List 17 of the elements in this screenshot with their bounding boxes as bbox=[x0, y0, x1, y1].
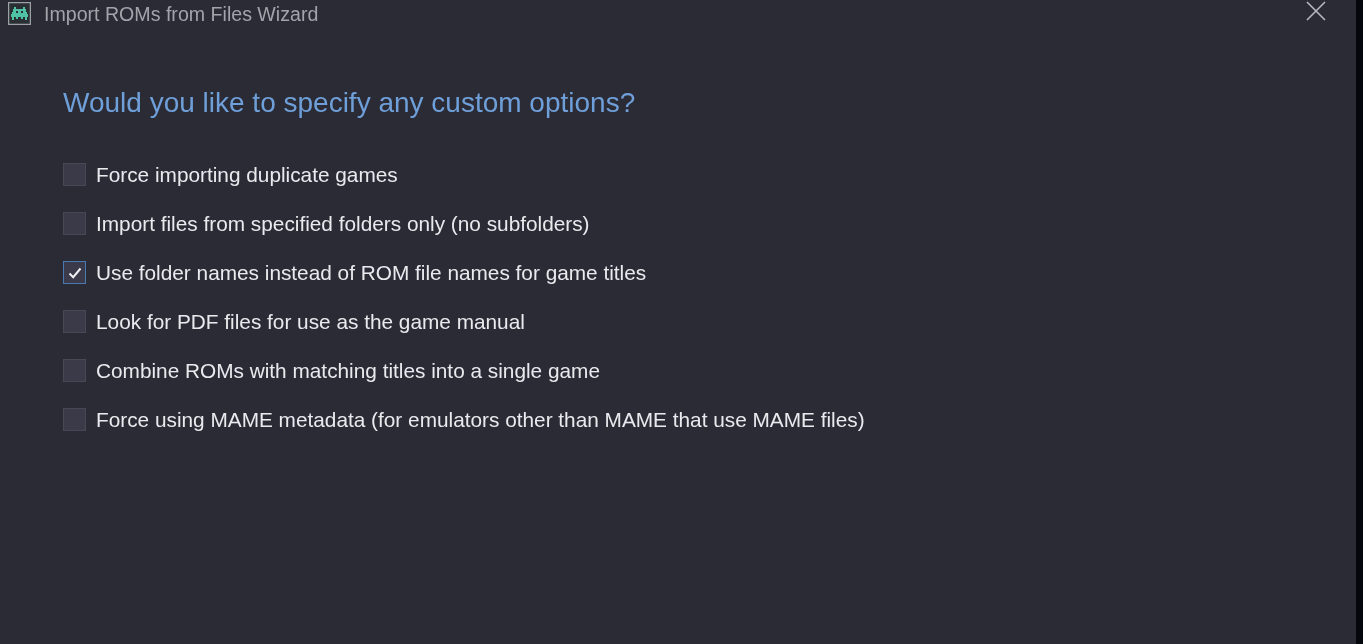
checkbox[interactable] bbox=[63, 163, 86, 186]
checkbox[interactable] bbox=[63, 359, 86, 382]
close-icon bbox=[1306, 1, 1326, 21]
option-label: Look for PDF files for use as the game manual bbox=[96, 309, 525, 334]
option-label: Use folder names instead of ROM file names for game titles bbox=[96, 260, 647, 285]
check-icon bbox=[67, 266, 82, 279]
checkbox[interactable] bbox=[63, 261, 86, 284]
option-label: Import files from specified folders only (no subfolders) bbox=[96, 211, 590, 236]
option-label: Force importing duplicate games bbox=[96, 162, 398, 187]
close-button[interactable] bbox=[1306, 1, 1326, 21]
option-label: Combine ROMs with matching titles into a single game bbox=[96, 358, 600, 383]
checkbox[interactable] bbox=[63, 310, 86, 333]
option-label: Force using MAME metadata (for emulators other than MAME that use MAME files) bbox=[96, 407, 865, 432]
page-heading: Would you like to specify any custom options? bbox=[63, 87, 636, 119]
checkbox[interactable] bbox=[63, 212, 86, 235]
window-title: Import ROMs from Files Wizard bbox=[44, 2, 319, 26]
checkbox[interactable] bbox=[63, 408, 86, 431]
